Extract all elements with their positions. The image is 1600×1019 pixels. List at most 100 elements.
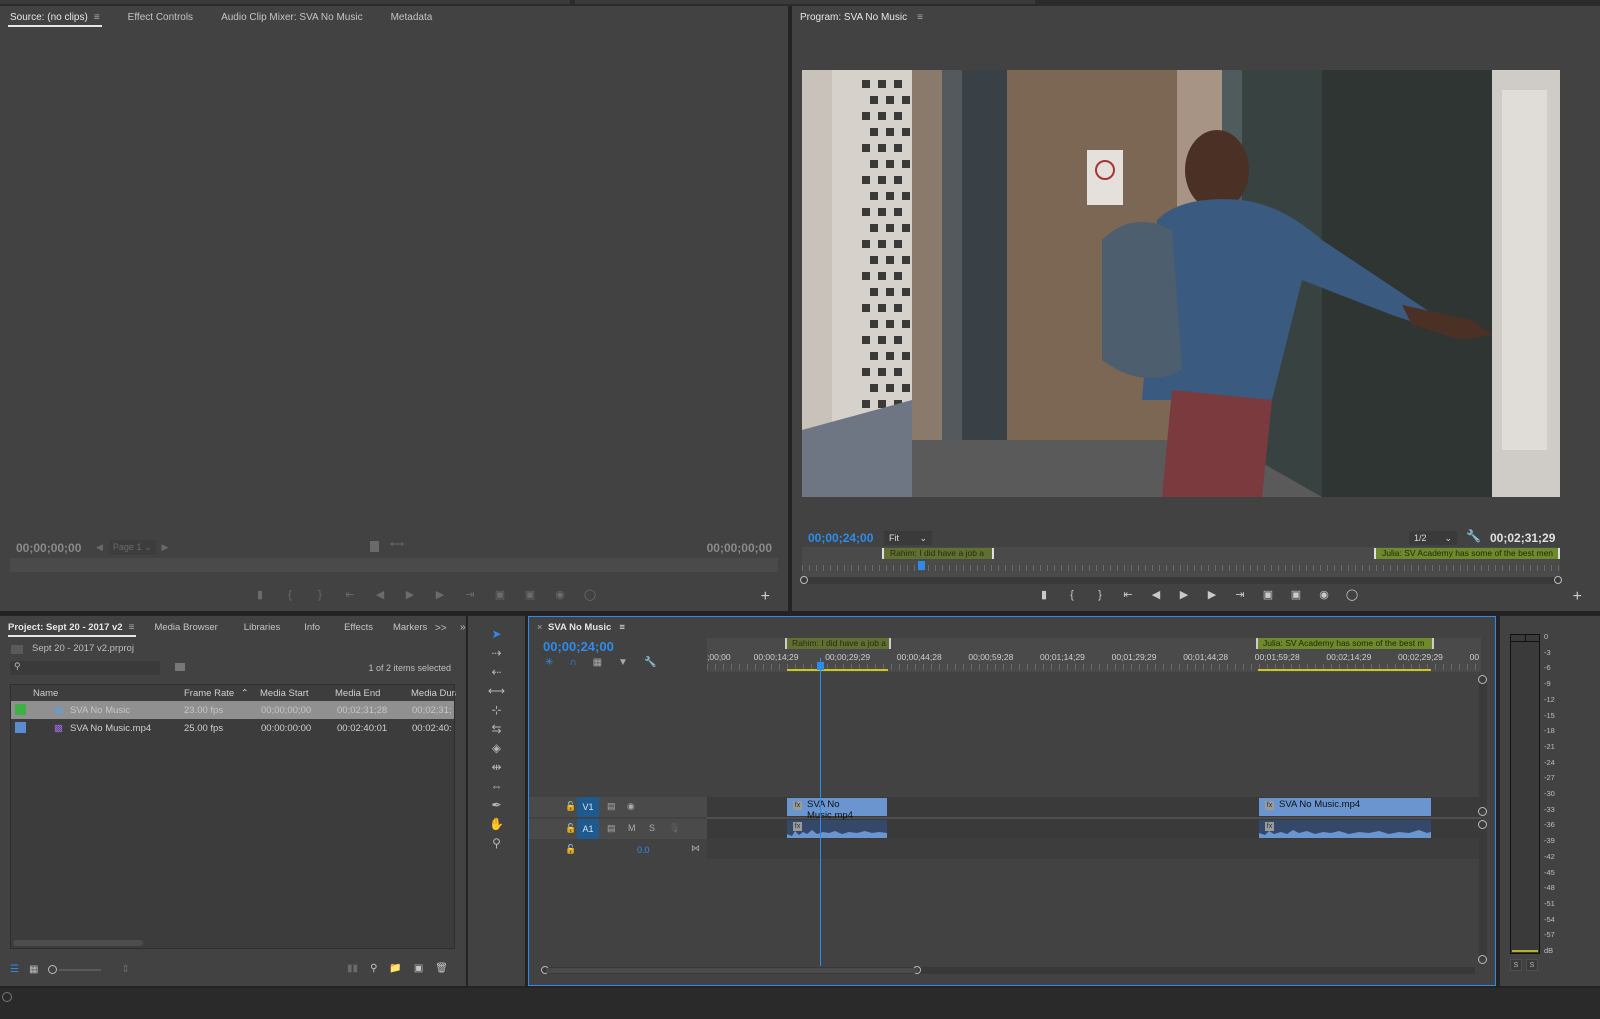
hand-tool-icon[interactable]: ✋	[488, 815, 506, 833]
zoom-tool-icon[interactable]: ⚲	[488, 834, 506, 852]
scroll-handle[interactable]	[1478, 675, 1487, 684]
tab-media-browser[interactable]: Media Browser	[144, 616, 227, 640]
sequence-tab[interactable]: SVA No Music ≡	[548, 622, 625, 633]
play-icon[interactable]: ▶	[402, 588, 418, 601]
tab-metadata[interactable]: Metadata	[381, 6, 443, 30]
label-color-swatch[interactable]	[15, 722, 26, 733]
timeline-zoom-scrollbar[interactable]	[541, 966, 1475, 974]
video-clip[interactable]: fx SVA No Music.mp4	[787, 798, 887, 821]
audio-waveform-toggle-icon[interactable]: ⟷	[390, 539, 404, 550]
program-add-button[interactable]: +	[1573, 588, 1582, 606]
program-timecode-current[interactable]: 00;00;24;00	[808, 531, 873, 545]
insert-icon[interactable]: ▣	[492, 588, 508, 601]
mark-out-icon[interactable]: }	[312, 589, 328, 601]
source-add-button[interactable]: +	[761, 588, 770, 606]
tab-audio-clip-mixer[interactable]: Audio Clip Mixer: SVA No Music	[211, 6, 373, 30]
table-row[interactable]: ▦ SVA No Music 23.00 fps 00;00;00;00 00;…	[11, 701, 454, 719]
next-page-icon[interactable]: ▶	[162, 542, 169, 553]
zoom-scroll-thumb[interactable]	[546, 968, 918, 973]
overwrite-icon[interactable]: ▣	[522, 588, 538, 601]
work-area-bar-1[interactable]	[787, 669, 888, 671]
timeline-playhead-line[interactable]	[820, 658, 821, 966]
tab-program[interactable]: Program: SVA No Music ≡	[792, 6, 933, 30]
pen-tool-icon[interactable]: ✒	[488, 796, 506, 814]
master-volume-value[interactable]: 0.0	[637, 845, 650, 855]
tab-source[interactable]: Source: (no clips) ≡	[0, 6, 110, 30]
mark-out-icon[interactable]: }	[1092, 589, 1108, 601]
timeline-marker-julia[interactable]: Julia: SV Academy has some of the best m	[1256, 638, 1434, 649]
trash-icon[interactable]: 🗑	[435, 963, 448, 974]
find-icon[interactable]: ⚲	[370, 963, 377, 974]
slip-tool-icon[interactable]: ⇆	[488, 720, 506, 738]
resolution-dropdown[interactable]: 1/2 ⌄	[1409, 531, 1457, 545]
sort-icons-icon[interactable]: ⇕	[121, 964, 129, 975]
master-lock-icon[interactable]: 🔓	[565, 844, 576, 855]
marker-julia[interactable]: Julia: SV Academy has some of the best m…	[1374, 548, 1560, 559]
v1-track-target[interactable]: V1	[577, 797, 599, 817]
razor-tool-icon[interactable]: ◈	[488, 739, 506, 757]
project-search-input[interactable]: ⚲	[10, 661, 160, 675]
step-forward-icon[interactable]: ▶	[1204, 588, 1220, 601]
voice-over-record-icon[interactable]: 🎙	[669, 823, 680, 834]
tab-project[interactable]: Project: Sept 20 - 2017 v2 ≡	[0, 616, 144, 640]
tab-libraries[interactable]: Libraries	[234, 616, 290, 640]
column-name[interactable]: Name	[33, 688, 58, 699]
go-to-out-icon[interactable]: ⇥	[462, 588, 478, 601]
add-marker-icon[interactable]: ▼	[618, 657, 628, 668]
panel-menu-icon[interactable]: ≡	[129, 616, 135, 640]
panel-overflow-icon[interactable]: >>	[435, 623, 447, 634]
step-back-icon[interactable]: ◀	[372, 588, 388, 601]
slide-tool-icon[interactable]: ⇹	[488, 758, 506, 776]
fit-dropdown[interactable]: Fit ⌄	[884, 531, 932, 545]
program-scrub-area[interactable]: Rahim: I did have a job a Julia: SV Acad…	[802, 547, 1560, 577]
toggle-sync-lock-icon[interactable]: ▤	[607, 801, 616, 812]
zoom-handle-left[interactable]	[800, 576, 808, 584]
export-frame-icon[interactable]: ◉	[552, 588, 568, 601]
go-to-in-icon[interactable]: ⇤	[342, 588, 358, 601]
drop-frame-icon[interactable]	[370, 541, 379, 552]
go-to-in-icon[interactable]: ⇤	[1120, 588, 1136, 601]
panel-overflow-icon[interactable]: »	[460, 622, 466, 633]
timeline-marker-rahim[interactable]: Rahim: I did have a job a	[785, 638, 891, 649]
program-video-frame[interactable]	[802, 70, 1560, 497]
panel-menu-icon[interactable]: ≡	[94, 6, 100, 30]
new-item-icon[interactable]: ▣	[414, 963, 423, 974]
marker-rahim[interactable]: Rahim: I did have a job a	[882, 548, 994, 559]
solo-right-button[interactable]: S	[1526, 959, 1538, 971]
prev-page-icon[interactable]: ◀	[96, 542, 103, 553]
icon-view-icon[interactable]: ▦	[29, 964, 38, 975]
timeline-playhead-timecode[interactable]: 00;00;24;00	[543, 639, 614, 654]
ripple-edit-tool-icon[interactable]: ⇠	[488, 663, 506, 681]
column-media-duration[interactable]: Media Dura	[411, 688, 456, 699]
selection-tool-icon[interactable]: ➤	[488, 625, 506, 643]
a1-lock-icon[interactable]: 🔓	[565, 823, 576, 834]
program-zoom-scrollbar[interactable]	[800, 576, 1562, 584]
audio-clip[interactable]: fx	[1259, 820, 1431, 838]
tab-effects[interactable]: Effects	[334, 616, 383, 640]
linked-selection-icon[interactable]: ▦	[593, 657, 602, 668]
tab-info[interactable]: Info	[294, 616, 330, 640]
automate-to-sequence-icon[interactable]: ▮▮	[347, 963, 358, 974]
zoom-slider-handle[interactable]	[48, 965, 58, 974]
video-tracks-scrollbar[interactable]	[1479, 675, 1487, 811]
work-area-bar-2[interactable]	[1258, 669, 1431, 671]
page-dropdown[interactable]: Page 1 ⌄	[108, 540, 156, 555]
label-color-swatch[interactable]	[15, 704, 26, 715]
audio-tracks-scrollbar[interactable]	[1479, 823, 1487, 959]
a1-track-target[interactable]: A1	[577, 819, 599, 839]
button-editor-icon[interactable]: ◯	[582, 588, 598, 601]
column-media-start[interactable]: Media Start	[260, 688, 309, 699]
timeline-settings-wrench-icon[interactable]: 🔧	[644, 657, 656, 668]
mark-in-icon[interactable]: {	[282, 589, 298, 601]
track-select-tool-icon[interactable]: ⇢	[488, 644, 506, 662]
export-frame-icon[interactable]: ◉	[1316, 588, 1332, 601]
zoom-slider-track[interactable]	[59, 968, 102, 971]
source-scrub-bar[interactable]	[10, 558, 778, 572]
go-to-out-icon[interactable]: ⇥	[1232, 588, 1248, 601]
pen-extend-tool-icon[interactable]: ⇔	[488, 777, 506, 795]
solo-track-button[interactable]: S	[649, 823, 655, 833]
item-name[interactable]: SVA No Music.mp4	[70, 723, 151, 734]
audio-clip[interactable]: fx	[787, 820, 887, 838]
scroll-handle[interactable]	[1478, 807, 1487, 816]
mark-in-icon[interactable]: {	[1064, 589, 1080, 601]
